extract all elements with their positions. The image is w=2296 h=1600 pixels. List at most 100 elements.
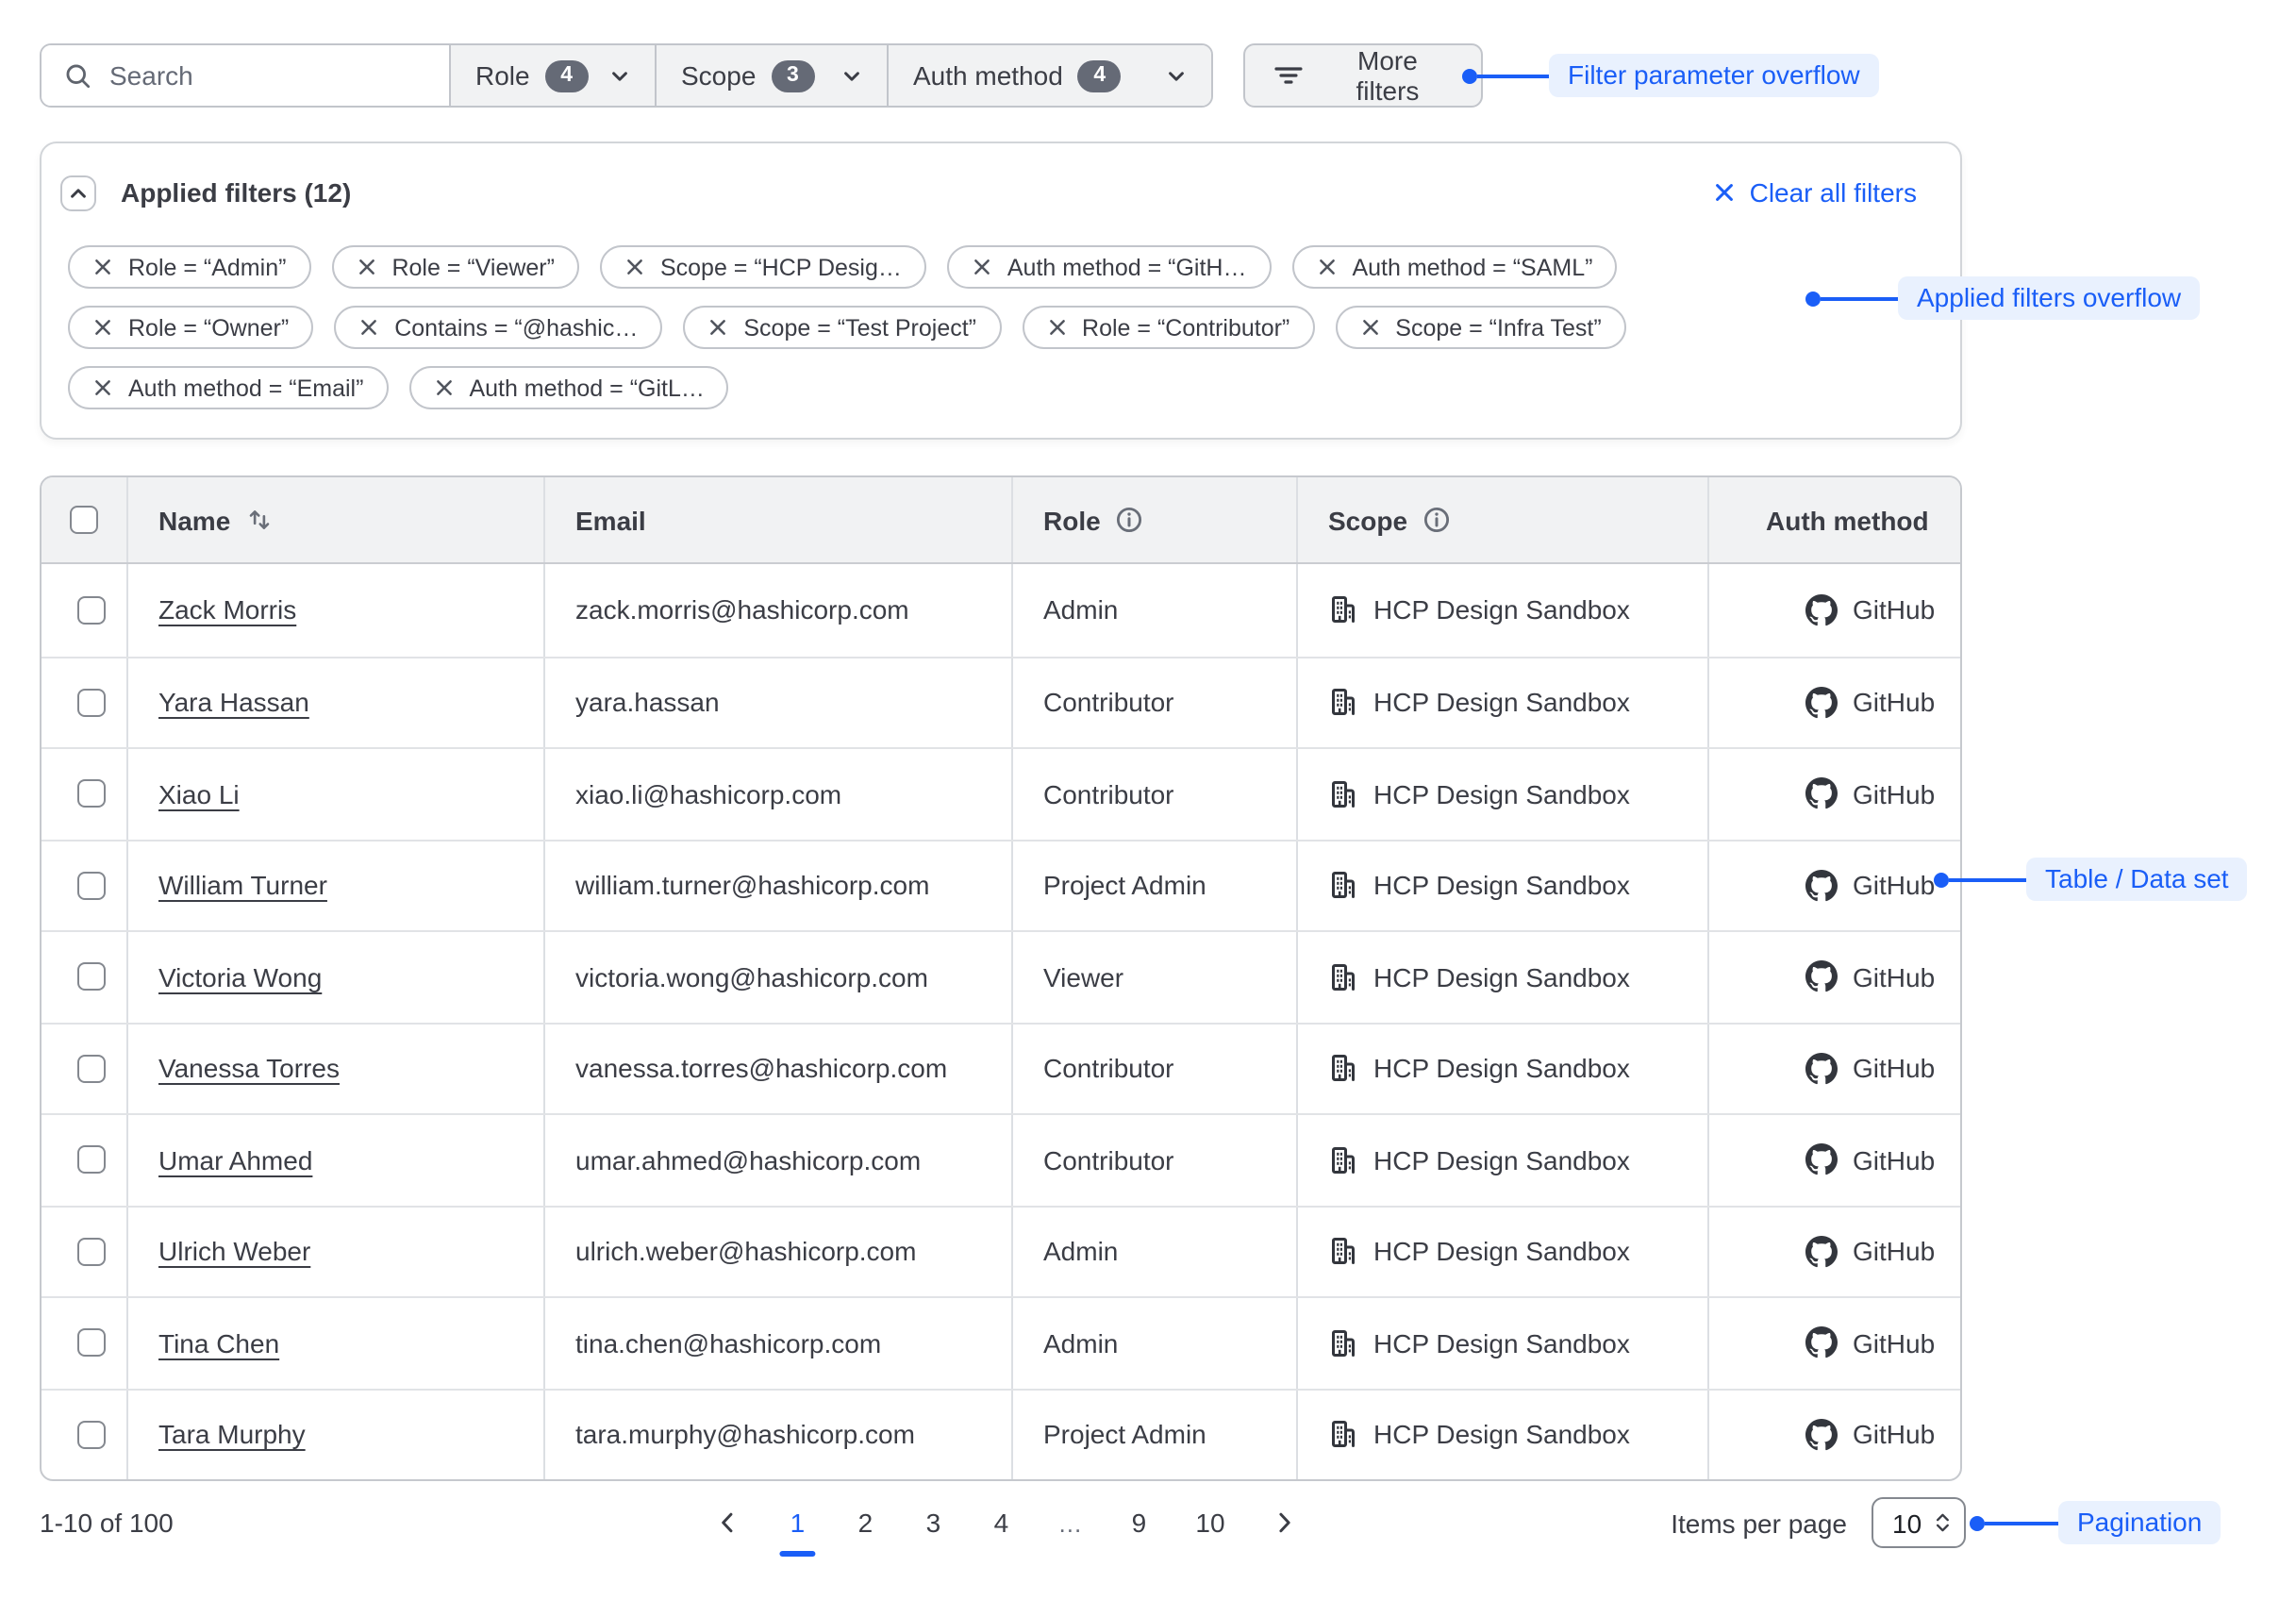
filter-dropdown-role[interactable]: Role 4	[449, 45, 655, 106]
clear-all-filters-label: Clear all filters	[1750, 177, 1917, 208]
page-number-4[interactable]: 4	[990, 1508, 1012, 1538]
user-name-link[interactable]: Xiao Li	[158, 779, 240, 809]
applied-filter-chip[interactable]: Auth method = “GitH…	[947, 245, 1272, 289]
github-icon	[1805, 870, 1838, 902]
role-text: Project Admin	[1043, 871, 1206, 901]
applied-filter-chip[interactable]: Role = “Admin”	[68, 245, 310, 289]
user-name-link[interactable]: Ulrich Weber	[158, 1237, 310, 1267]
search-box[interactable]	[42, 45, 449, 106]
dismiss-icon[interactable]	[92, 257, 113, 277]
items-per-page-select[interactable]: 10	[1872, 1497, 1966, 1548]
filter-dropdown-scope[interactable]: Scope 3	[655, 45, 887, 106]
page-number-9[interactable]: 9	[1127, 1508, 1150, 1538]
applied-filter-chip[interactable]: Role = “Viewer”	[331, 245, 579, 289]
user-name-link[interactable]: Umar Ahmed	[158, 1145, 312, 1175]
page-number-3[interactable]: 3	[922, 1508, 944, 1538]
email-cell: umar.ahmed@hashicorp.com	[545, 1115, 1013, 1205]
row-checkbox[interactable]	[77, 1146, 106, 1175]
page-number-10[interactable]: 10	[1195, 1508, 1224, 1538]
name-cell: Yara Hassan	[128, 658, 545, 747]
dismiss-icon[interactable]	[1359, 317, 1380, 338]
scope-cell: HCP Design Sandbox	[1298, 564, 1709, 656]
user-name-link[interactable]: Vanessa Torres	[158, 1054, 340, 1084]
filter-dropdown-auth-method[interactable]: Auth method 4	[887, 45, 1211, 106]
row-checkbox[interactable]	[77, 963, 106, 992]
applied-filter-chip[interactable]: Auth method = “GitL…	[408, 366, 728, 409]
role-cell: Project Admin	[1013, 841, 1298, 930]
role-text: Contributor	[1043, 1054, 1174, 1084]
auth-method-text: GitHub	[1853, 962, 1935, 992]
user-name-link[interactable]: Victoria Wong	[158, 962, 322, 992]
row-checkbox[interactable]	[77, 1238, 106, 1266]
user-name-link[interactable]: Yara Hassan	[158, 688, 309, 718]
filter-lines-icon	[1273, 60, 1304, 91]
dismiss-icon[interactable]	[972, 257, 992, 277]
user-name-link[interactable]: Zack Morris	[158, 595, 296, 625]
sort-icon[interactable]	[245, 506, 274, 534]
dismiss-icon[interactable]	[1316, 257, 1337, 277]
applied-filter-chip[interactable]: Auth method = “Email”	[68, 366, 388, 409]
row-checkbox[interactable]	[77, 1421, 106, 1449]
applied-filter-chip-label: Auth method = “GitL…	[469, 375, 704, 401]
applied-filter-chip[interactable]: Contains = “@hashic…	[334, 306, 662, 349]
user-name-link[interactable]: William Turner	[158, 871, 327, 901]
email-cell: william.turner@hashicorp.com	[545, 841, 1013, 930]
applied-filter-chip[interactable]: Scope = “Test Project”	[683, 306, 1001, 349]
applied-filter-chip[interactable]: Role = “Owner”	[68, 306, 313, 349]
previous-page-button[interactable]	[714, 1509, 740, 1536]
github-icon	[1805, 687, 1838, 719]
page-number-1[interactable]: 1	[786, 1508, 808, 1538]
dismiss-icon[interactable]	[707, 317, 728, 338]
scope-text: HCP Design Sandbox	[1373, 595, 1630, 625]
info-icon[interactable]	[1116, 506, 1144, 534]
applied-filter-chip-label: Auth method = “SAML”	[1352, 254, 1592, 280]
row-checkbox[interactable]	[77, 596, 106, 625]
table-row: William Turner william.turner@hashicorp.c…	[42, 839, 1960, 930]
role-cell: Project Admin	[1013, 1390, 1298, 1479]
org-icon	[1328, 1328, 1358, 1358]
dismiss-icon[interactable]	[92, 317, 113, 338]
github-icon	[1805, 961, 1838, 993]
user-name-link[interactable]: Tara Murphy	[158, 1420, 306, 1450]
dismiss-icon[interactable]	[92, 377, 113, 398]
dismiss-icon[interactable]	[1046, 317, 1067, 338]
role-cell: Viewer	[1013, 932, 1298, 1022]
search-icon	[64, 61, 92, 90]
search-input[interactable]	[109, 60, 430, 91]
row-checkbox[interactable]	[77, 1329, 106, 1358]
row-select-cell	[42, 658, 128, 747]
name-cell: Xiao Li	[128, 749, 545, 839]
applied-filter-chip[interactable]: Scope = “HCP Desig…	[600, 245, 926, 289]
name-cell: Ulrich Weber	[128, 1207, 545, 1296]
dismiss-icon[interactable]	[624, 257, 645, 277]
applied-filter-chip[interactable]: Scope = “Infra Test”	[1335, 306, 1625, 349]
org-icon	[1328, 962, 1358, 992]
more-filters-button[interactable]: More filters	[1243, 43, 1483, 108]
email-text: umar.ahmed@hashicorp.com	[575, 1145, 921, 1175]
applied-filters-header: Applied filters (12) Clear all filters	[60, 170, 1917, 215]
row-checkbox[interactable]	[77, 872, 106, 900]
row-checkbox[interactable]	[77, 1055, 106, 1083]
row-checkbox[interactable]	[77, 780, 106, 808]
row-select-cell	[42, 749, 128, 839]
page-number-2[interactable]: 2	[854, 1508, 876, 1538]
dismiss-icon[interactable]	[358, 317, 379, 338]
collapse-applied-filters-button[interactable]	[60, 175, 96, 210]
chevron-down-icon	[1166, 65, 1187, 86]
select-all-checkbox[interactable]	[70, 506, 98, 534]
clear-all-filters-button[interactable]: Clear all filters	[1714, 177, 1917, 208]
dismiss-icon[interactable]	[356, 257, 376, 277]
user-name-link[interactable]: Tina Chen	[158, 1328, 279, 1358]
row-select-cell	[42, 932, 128, 1022]
dismiss-icon[interactable]	[433, 377, 454, 398]
row-select-cell	[42, 1207, 128, 1296]
info-icon[interactable]	[1423, 506, 1451, 534]
applied-filter-chip[interactable]: Role = “Contributor”	[1022, 306, 1314, 349]
applied-filter-chip-label: Auth method = “GitH…	[1007, 254, 1247, 280]
email-text: tina.chen@hashicorp.com	[575, 1328, 881, 1358]
auth-method-cell: GitHub	[1709, 932, 1962, 1022]
row-checkbox[interactable]	[77, 689, 106, 717]
pagination-nav: 1234…910	[714, 1508, 1296, 1538]
next-page-button[interactable]	[1271, 1509, 1297, 1536]
applied-filter-chip[interactable]: Auth method = “SAML”	[1291, 245, 1617, 289]
